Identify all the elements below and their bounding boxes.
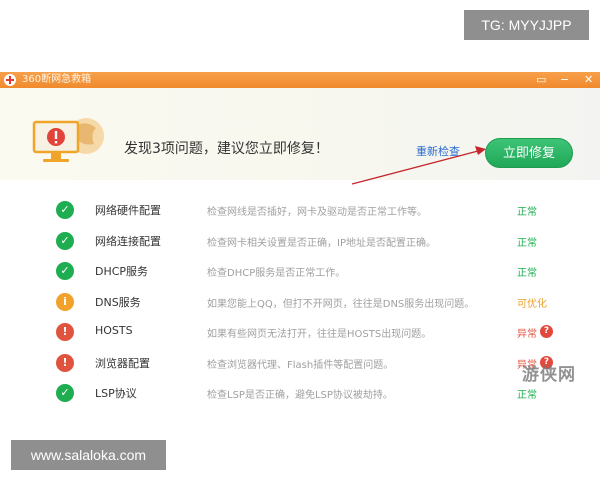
url-badge: www.salaloka.com bbox=[11, 440, 166, 470]
site-watermark: 游侠网 bbox=[522, 365, 576, 385]
annotation-arrow bbox=[351, 146, 486, 185]
